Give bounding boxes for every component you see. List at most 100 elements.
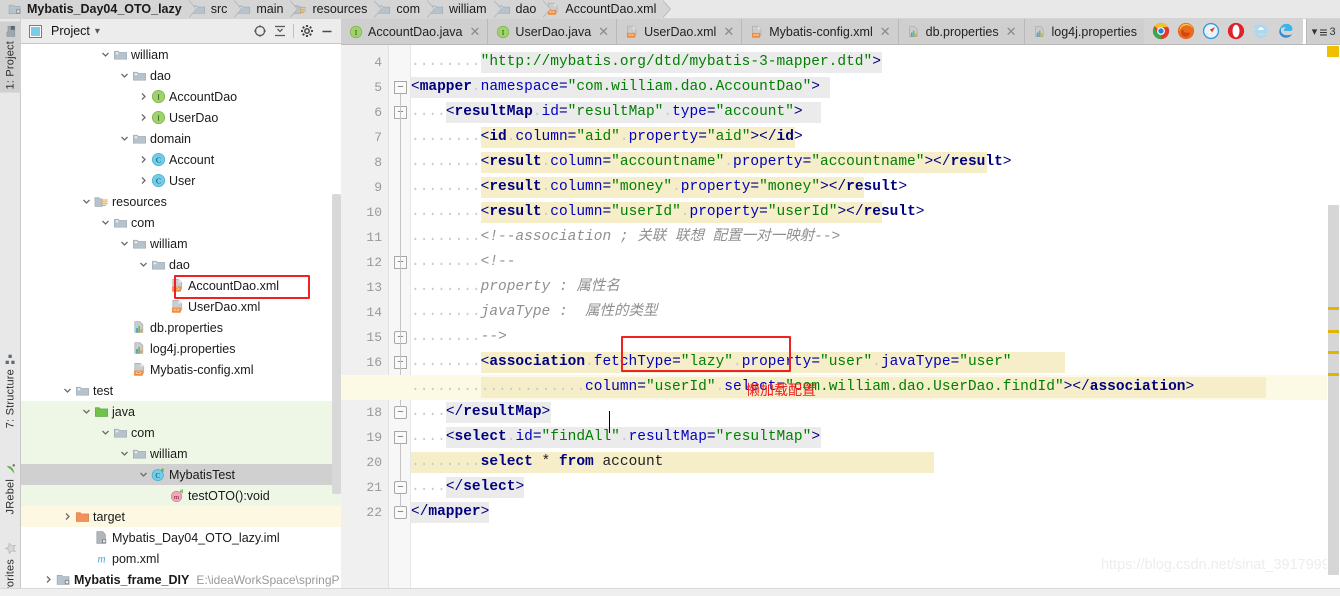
- editor-scrollbar-thumb[interactable]: [1328, 205, 1339, 575]
- code-editor[interactable]: 45678910111213141516171819202122 −−−−−−−…: [341, 45, 1340, 596]
- chevron-right-icon[interactable]: [137, 170, 150, 191]
- editor-marker[interactable]: [1328, 307, 1339, 310]
- tree-node-userdao[interactable]: I UserDao: [21, 107, 341, 128]
- tree-node-mybatis-config-xml[interactable]: <> Mybatis-config.xml: [21, 359, 341, 380]
- browser-launch-strip[interactable]: [1144, 18, 1303, 44]
- tool-window-tab-jrebel[interactable]: JRebel: [0, 459, 21, 517]
- chevron-right-icon[interactable]: [137, 107, 150, 128]
- tree-node-dao[interactable]: dao: [21, 254, 341, 275]
- tree-node-mybatis-frame-diy[interactable]: Mybatis_frame_DIY E:\ideaWorkSpace\spring…: [21, 569, 341, 590]
- chevron-down-icon[interactable]: [80, 191, 93, 212]
- chevron-right-icon[interactable]: [42, 569, 55, 590]
- code-line[interactable]: ........<result.column="userId".property…: [411, 200, 924, 225]
- code-line[interactable]: ....</resultMap>: [411, 400, 550, 425]
- chevron-down-icon[interactable]: [118, 65, 131, 86]
- settings-gear-icon[interactable]: [297, 21, 317, 41]
- editor-marker-bar[interactable]: [1327, 45, 1340, 596]
- close-icon[interactable]: ✕: [723, 25, 734, 38]
- chrome-icon[interactable]: [1152, 22, 1170, 40]
- chevron-down-icon[interactable]: [61, 380, 74, 401]
- code-line[interactable]: ........property : 属性名: [411, 275, 620, 300]
- chevron-down-icon[interactable]: [118, 443, 131, 464]
- safari-icon[interactable]: [1202, 22, 1220, 40]
- tree-node-mybatistest[interactable]: C MybatisTest: [21, 464, 341, 485]
- chevron-down-icon[interactable]: [118, 128, 131, 149]
- code-line[interactable]: </mapper>: [411, 500, 489, 525]
- code-line[interactable]: ........<!--: [411, 250, 515, 275]
- tree-node-domain[interactable]: domain: [21, 128, 341, 149]
- editor-marker[interactable]: [1328, 351, 1339, 354]
- close-icon[interactable]: ✕: [1006, 25, 1017, 38]
- inspection-status-marker[interactable]: [1327, 46, 1339, 57]
- code-line[interactable]: ........"http://mybatis.org/dtd/mybatis-…: [411, 50, 881, 75]
- chevron-down-icon[interactable]: [118, 233, 131, 254]
- tree-node-dao[interactable]: dao: [21, 65, 341, 86]
- tree-node-log4j-properties[interactable]: log4j.properties: [21, 338, 341, 359]
- tree-node-test[interactable]: test: [21, 380, 341, 401]
- fold-toggle-icon[interactable]: −: [394, 506, 407, 519]
- chevron-down-icon[interactable]: [137, 464, 150, 485]
- breadcrumb-item-resources[interactable]: resources: [289, 0, 383, 19]
- locate-icon[interactable]: [250, 21, 270, 41]
- code-line[interactable]: ........-->: [411, 325, 507, 350]
- code-folding-column[interactable]: −−−−−−−−−−: [389, 45, 411, 596]
- code-line[interactable]: ........<!--association ; 关联 联想 配置一对一映射-…: [411, 225, 840, 250]
- edge-icon[interactable]: [1277, 22, 1295, 40]
- hide-panel-icon[interactable]: [317, 21, 337, 41]
- chevron-down-icon[interactable]: ▾: [1312, 25, 1318, 38]
- tree-node-java[interactable]: java: [21, 401, 341, 422]
- tree-node-mybatis-day04-oto-lazy-iml[interactable]: Mybatis_Day04_OTO_lazy.iml: [21, 527, 341, 548]
- tree-node-account[interactable]: C Account: [21, 149, 341, 170]
- breadcrumb-item-mybatis-day04-oto-lazy[interactable]: Mybatis_Day04_OTO_lazy: [0, 0, 197, 19]
- editor-tab-log4j-properties[interactable]: log4j.properties✕: [1024, 19, 1163, 44]
- tree-node-user[interactable]: C User: [21, 170, 341, 191]
- chevron-down-icon[interactable]: [137, 254, 150, 275]
- collapse-all-icon[interactable]: [270, 21, 290, 41]
- chevron-down-icon[interactable]: [99, 212, 112, 233]
- code-line[interactable]: ....<select.id="findAll".resultMap="resu…: [411, 425, 820, 450]
- tree-node-userdao-xml[interactable]: <> UserDao.xml: [21, 296, 341, 317]
- tree-node-com[interactable]: com: [21, 422, 341, 443]
- tree-node-william[interactable]: william: [21, 44, 341, 65]
- internet-explorer-icon[interactable]: [1252, 22, 1270, 40]
- code-line[interactable]: ....<resultMap.id="resultMap".type="acco…: [411, 100, 803, 125]
- firefox-icon[interactable]: [1177, 22, 1195, 40]
- editor-tab-mybatis-config-xml[interactable]: <> Mybatis-config.xml ✕: [742, 19, 899, 44]
- opera-icon[interactable]: [1227, 22, 1245, 40]
- tree-node-accountdao-xml[interactable]: <> AccountDao.xml: [21, 275, 341, 296]
- fold-toggle-icon[interactable]: −: [394, 481, 407, 494]
- close-icon[interactable]: ✕: [880, 25, 891, 38]
- chevron-down-icon[interactable]: [80, 401, 93, 422]
- fold-toggle-icon[interactable]: −: [394, 431, 407, 444]
- code-line[interactable]: <mapper.namespace="com.william.dao.Accou…: [411, 75, 820, 100]
- breadcrumb-item-accountdao-xml[interactable]: <> AccountDao.xml: [542, 0, 672, 19]
- tab-list-icon[interactable]: ≡: [1319, 24, 1327, 40]
- code-line[interactable]: ....</select>: [411, 475, 524, 500]
- code-line[interactable]: ........<association.fetchType="lazy".pr…: [411, 350, 1012, 375]
- project-tree[interactable]: william dao I AccountDao I UserDao domain C Acco…: [21, 44, 341, 596]
- code-line[interactable]: ........<result.column="accountname".pro…: [411, 150, 1011, 175]
- chevron-down-icon[interactable]: ▾: [95, 26, 100, 37]
- code-line[interactable]: ........<result.column="money".property=…: [411, 175, 907, 200]
- chevron-down-icon[interactable]: [99, 422, 112, 443]
- tree-node-william[interactable]: william: [21, 233, 341, 254]
- tree-node-resources[interactable]: resources: [21, 191, 341, 212]
- code-line[interactable]: ........select * from account: [411, 450, 663, 475]
- close-icon[interactable]: ✕: [598, 25, 609, 38]
- code-line[interactable]: ........javaType : 属性的类型: [411, 300, 658, 325]
- chevron-down-icon[interactable]: [99, 44, 112, 65]
- tool-window-tab-7-structure[interactable]: 7: Structure: [0, 349, 21, 431]
- tab-overflow-control[interactable]: ▾ ≡ 3: [1307, 19, 1340, 44]
- chevron-right-icon[interactable]: [137, 86, 150, 107]
- tool-window-tab-1-project[interactable]: 1: Project: [0, 21, 21, 93]
- tree-node-accountdao[interactable]: I AccountDao: [21, 86, 341, 107]
- tree-node-db-properties[interactable]: db.properties: [21, 317, 341, 338]
- breadcrumb-item-william[interactable]: william: [426, 0, 501, 19]
- close-icon[interactable]: ✕: [470, 25, 481, 38]
- chevron-right-icon[interactable]: [61, 506, 74, 527]
- editor-marker[interactable]: [1328, 330, 1339, 333]
- fold-toggle-icon[interactable]: −: [394, 81, 407, 94]
- tree-node-testoto-void[interactable]: m testOTO():void: [21, 485, 341, 506]
- tree-node-pom-xml[interactable]: m pom.xml: [21, 548, 341, 569]
- editor-tab-db-properties[interactable]: db.properties ✕: [898, 19, 1025, 44]
